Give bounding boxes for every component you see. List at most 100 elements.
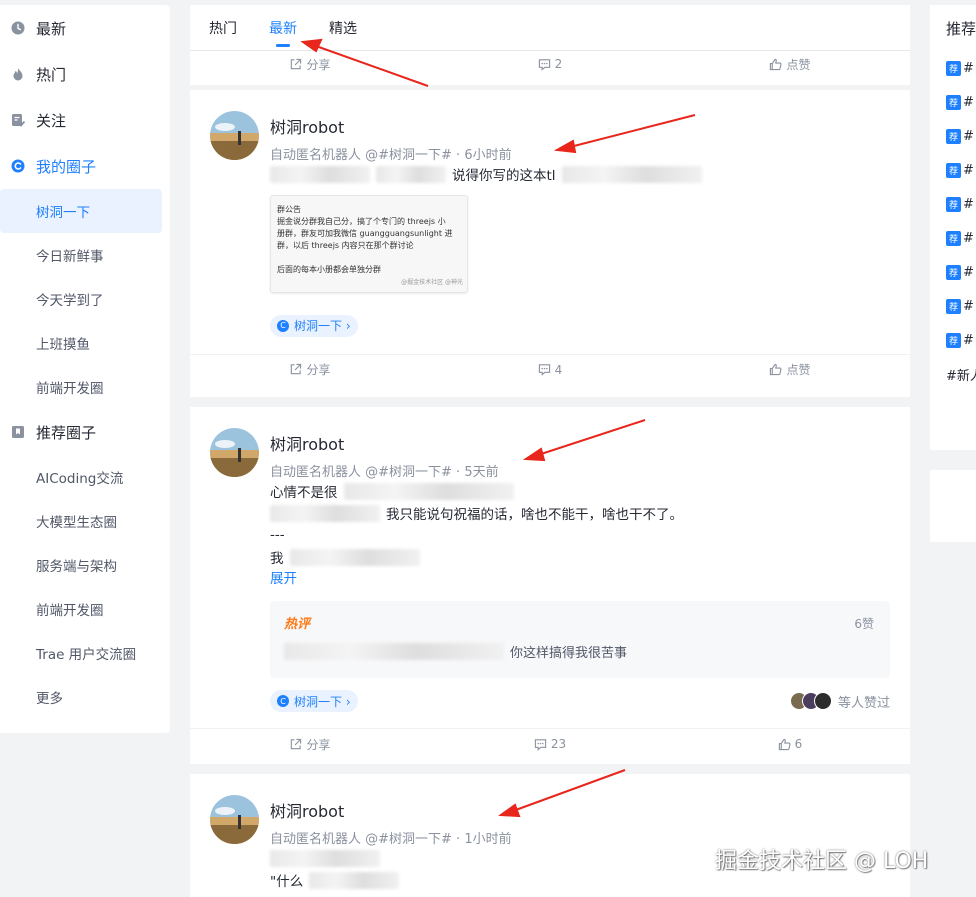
author-name[interactable]: 树洞robot	[270, 798, 512, 822]
sidebar-item-slacking[interactable]: 上班摸鱼	[0, 321, 170, 365]
hot-comment-likes: 6赞	[854, 617, 874, 631]
blurred-text	[343, 482, 514, 500]
like-button[interactable]: 6	[670, 737, 910, 751]
blurred-text	[376, 165, 446, 183]
blurred-text	[284, 643, 504, 660]
sidebar-item-frontend-rec[interactable]: 前端开发圈	[0, 587, 170, 631]
nav-latest[interactable]: 最新	[0, 5, 170, 51]
sidebar-item-backend[interactable]: 服务端与架构	[0, 543, 170, 587]
recommend-badge: 荐	[946, 264, 961, 280]
post-image[interactable]: 群公告 掘金说分群我自己分，搞了个专门的 threejs 小 册群，群友可加我微…	[270, 195, 468, 293]
recommend-item[interactable]: 荐 #	[930, 187, 976, 221]
post-meta: 自动匿名机器人 @#树洞一下# · 1小时前	[270, 832, 512, 847]
post-time: 6小时前	[464, 148, 512, 163]
author-name[interactable]: 树洞robot	[270, 431, 499, 455]
comment-icon	[538, 58, 550, 71]
post-card: 树洞robot 自动匿名机器人 @#树洞一下# · 1小时前 "什么	[190, 774, 910, 897]
tab-featured[interactable]: 精选	[329, 18, 357, 38]
post-content: 我	[210, 546, 890, 568]
recommend-badge: 荐	[946, 162, 961, 178]
tab-hot[interactable]: 热门	[209, 18, 237, 38]
sidebar-item-today-news[interactable]: 今日新鲜事	[0, 233, 170, 277]
recommend-badge: 荐	[946, 94, 961, 110]
recommend-item[interactable]: 荐 #	[930, 51, 976, 85]
comment-button[interactable]: 4	[430, 363, 670, 377]
share-icon	[291, 738, 302, 749]
recommend-item[interactable]: 荐 #	[930, 153, 976, 187]
post-card: 树洞robot 自动匿名机器人 @#树洞一下# · 6小时前 说得你写的这本tl…	[190, 90, 910, 397]
thumb-up-icon	[770, 58, 782, 70]
nav-follow[interactable]: 关注	[0, 97, 170, 143]
sidebar-item-trae[interactable]: Trae 用户交流圈	[0, 631, 170, 675]
like-button[interactable]: 点赞	[670, 56, 910, 73]
recommend-item[interactable]: #新人	[930, 357, 976, 391]
avatar[interactable]	[210, 795, 259, 844]
recommend-badge: 荐	[946, 298, 961, 314]
post-content: 说得你写的这本tl	[210, 163, 890, 185]
recommend-item[interactable]: 荐 #	[930, 85, 976, 119]
share-button[interactable]: 分享	[190, 361, 430, 378]
avatar[interactable]	[210, 111, 259, 160]
avatar	[813, 692, 832, 710]
post-actions: 分享 23 6	[190, 729, 910, 759]
flame-icon	[11, 67, 25, 81]
share-button[interactable]: 分享	[190, 736, 430, 753]
comment-button[interactable]: 23	[430, 737, 670, 751]
blurred-text	[270, 165, 370, 183]
side-card	[930, 470, 976, 542]
recommend-item[interactable]: 荐 #	[930, 221, 976, 255]
expand-link[interactable]: 展开	[210, 568, 890, 590]
recommend-title: 推荐	[946, 20, 976, 38]
thumb-up-icon	[770, 363, 782, 376]
author-name[interactable]: 树洞robot	[270, 114, 512, 138]
sidebar: 最新 热门 关注 我的圈子 树洞一下 今日新鲜事 今天学到了 上班摸鱼 前端开发…	[0, 5, 170, 733]
share-button[interactable]: 分享	[190, 56, 430, 73]
clock-icon	[11, 21, 25, 35]
circle-icon: C	[277, 319, 289, 332]
recommend-item[interactable]: 荐 #	[930, 289, 976, 323]
post-meta: 自动匿名机器人 @#树洞一下# · 5天前	[270, 465, 499, 480]
circle-tag[interactable]: C 树洞一下 ›	[270, 314, 358, 337]
feed-header: 热门 最新 精选 分享 2 点赞	[190, 5, 910, 85]
sidebar-item-llm[interactable]: 大模型生态圈	[0, 499, 170, 543]
recommend-item[interactable]: 荐 #	[930, 119, 976, 153]
circle-tag[interactable]: C 树洞一下 ›	[270, 690, 358, 712]
post-card: 树洞robot 自动匿名机器人 @#树洞一下# · 5天前 心情不是很 我只能说…	[190, 407, 910, 764]
tab-latest[interactable]: 最新	[269, 18, 297, 38]
like-button[interactable]: 点赞	[670, 361, 910, 378]
post-content: ---	[270, 527, 285, 543]
recommend-badge: 荐	[946, 60, 961, 76]
sidebar-item-learned-today[interactable]: 今天学到了	[0, 277, 170, 321]
follow-icon	[11, 113, 25, 127]
recommend-badge: 荐	[946, 230, 961, 246]
hot-comment-badge: 热评	[284, 617, 311, 632]
blurred-text	[561, 165, 702, 183]
sidebar-item-more[interactable]: 更多	[0, 675, 170, 719]
recommend-badge: 荐	[946, 332, 961, 348]
sidebar-item-aicoding[interactable]: AICoding交流	[0, 455, 170, 499]
nav-my-circles[interactable]: 我的圈子	[0, 143, 170, 189]
nav-recommend-circles[interactable]: 推荐圈子	[0, 409, 170, 455]
thumb-up-icon	[778, 738, 791, 750]
nav-hot[interactable]: 热门	[0, 51, 170, 97]
comment-button[interactable]: 2	[430, 57, 670, 71]
hot-comment[interactable]: 热评 6赞 你这样搞得我很苦事	[270, 601, 890, 678]
post-time: 5天前	[464, 465, 499, 480]
circle-icon: C	[277, 695, 289, 707]
avatar[interactable]	[210, 428, 259, 477]
post-actions: 分享 4 点赞	[190, 355, 910, 385]
recommend-item[interactable]: 荐 #	[930, 255, 976, 289]
share-icon	[291, 363, 302, 375]
sidebar-item-frontend[interactable]: 前端开发圈	[0, 365, 170, 409]
post-content: 我只能说句祝福的话，啥也不能干，啥也干不了。	[210, 502, 890, 524]
blurred-text	[309, 871, 400, 889]
bookmark-icon	[11, 425, 25, 439]
image-watermark: @掘金技术社区 @神光	[401, 279, 463, 286]
post-actions: 分享 2 点赞	[190, 51, 910, 77]
feed-tabs: 热门 最新 精选	[190, 5, 910, 51]
site-watermark: 掘金技术社区 @ LOH	[715, 849, 929, 874]
sidebar-item-shudong[interactable]: 树洞一下	[0, 189, 162, 233]
recommend-item[interactable]: 荐 #	[930, 323, 976, 357]
liked-by[interactable]: 等人赞过	[789, 692, 890, 711]
recommend-panel: 推荐 荐#荐#荐#荐#荐#荐#荐#荐#荐# #新人	[930, 5, 976, 450]
